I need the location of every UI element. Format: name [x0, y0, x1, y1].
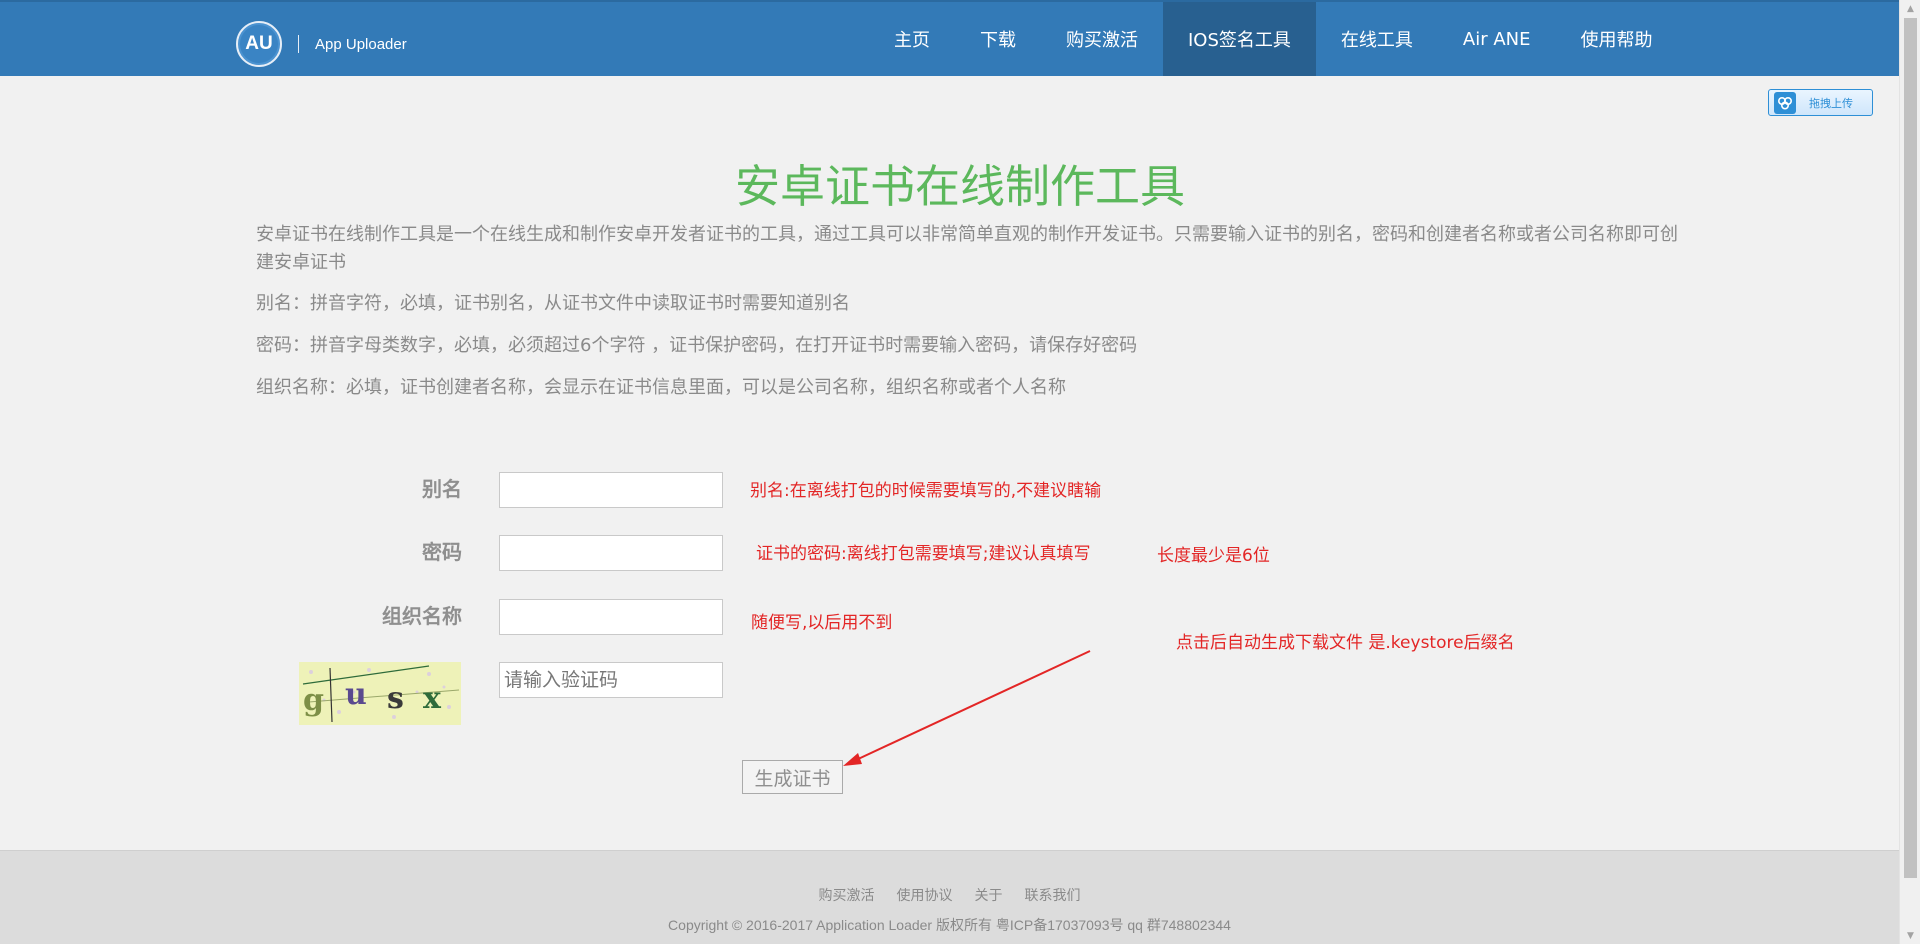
org-label: 组织名称: [382, 604, 462, 628]
nav-item-download[interactable]: 下载: [955, 2, 1041, 76]
drag-upload-button[interactable]: 拖拽上传: [1768, 89, 1873, 116]
org-input[interactable]: [499, 599, 723, 635]
vertical-scrollbar[interactable]: ▲ ▼: [1899, 0, 1920, 944]
footer: 购买激活 使用协议 关于 联系我们 Copyright © 2016-2017 …: [0, 850, 1899, 944]
nav-item-air-ane[interactable]: Air ANE: [1438, 2, 1556, 76]
nav-item-buy[interactable]: 购买激活: [1041, 2, 1163, 76]
main-nav: 主页 下载 购买激活 IOS签名工具 在线工具 Air ANE 使用帮助: [869, 2, 1678, 76]
page-title: 安卓证书在线制作工具: [734, 160, 1185, 213]
password-length-annotation: 长度最少是6位: [1157, 546, 1270, 566]
scroll-thumb[interactable]: [1904, 18, 1917, 878]
page-description: 安卓证书在线制作工具是一个在线生成和制作安卓开发者证书的工具，通过工具可以非常简…: [256, 224, 1678, 273]
org-annotation: 随便写,以后用不到: [751, 613, 893, 633]
alias-help-text: 别名：拼音字符，必填，证书别名，从证书文件中读取证书时需要知道别名: [256, 293, 850, 314]
annotation-arrow-icon: [843, 650, 1091, 766]
password-help-text: 密码：拼音字母类数字，必填，必须超过6个字符 ，证书保护密码，在打开证书时需要输…: [256, 335, 1138, 356]
captcha-char-4: x: [423, 681, 442, 716]
nav-item-home[interactable]: 主页: [869, 2, 955, 76]
password-label: 密码: [422, 540, 462, 564]
brand[interactable]: AU App Uploader: [236, 21, 407, 67]
alias-input[interactable]: [499, 472, 723, 508]
copyright-text: Copyright © 2016-2017 Application Loader…: [668, 917, 1231, 933]
captcha-char-1: g: [303, 683, 324, 718]
captcha-char-2: u: [345, 677, 367, 712]
logo[interactable]: AU: [236, 21, 282, 67]
nav-item-online-tools[interactable]: 在线工具: [1316, 2, 1438, 76]
captcha-image[interactable]: g u s x: [299, 662, 461, 725]
top-navbar: AU App Uploader 主页 下载 购买激活 IOS签名工具 在线工具 …: [0, 0, 1899, 76]
captcha-char-3: s: [387, 681, 404, 716]
org-help-text: 组织名称：必填，证书创建者名称，会显示在证书信息里面，可以是公司名称，组织名称或…: [256, 377, 1066, 398]
generate-certificate-button[interactable]: 生成证书: [742, 760, 843, 794]
password-annotation: 证书的密码:离线打包需要填写;建议认真填写: [756, 544, 1091, 564]
password-input[interactable]: [499, 535, 723, 571]
brand-name[interactable]: App Uploader: [315, 36, 407, 53]
footer-link-contact[interactable]: 联系我们: [1025, 885, 1081, 905]
cloud-icon: [1774, 91, 1796, 114]
nav-item-ios-sign-tool[interactable]: IOS签名工具: [1163, 2, 1316, 76]
footer-links: 购买激活 使用协议 关于 联系我们: [0, 885, 1899, 905]
submit-annotation: 点击后自动生成下载文件 是.keystore后缀名: [1176, 633, 1515, 653]
alias-annotation: 别名:在离线打包的时候需要填写的,不建议瞎输: [750, 481, 1102, 501]
drag-upload-label: 拖拽上传: [1809, 96, 1853, 110]
brand-divider: [298, 35, 299, 53]
scroll-down-icon[interactable]: ▼: [1900, 927, 1920, 944]
footer-link-buy[interactable]: 购买激活: [819, 885, 875, 905]
footer-link-terms[interactable]: 使用协议: [897, 885, 953, 905]
nav-item-help[interactable]: 使用帮助: [1556, 2, 1678, 76]
captcha-input[interactable]: [499, 662, 723, 698]
scroll-up-icon[interactable]: ▲: [1900, 0, 1920, 17]
alias-label: 别名: [422, 477, 462, 501]
footer-link-about[interactable]: 关于: [975, 885, 1003, 905]
